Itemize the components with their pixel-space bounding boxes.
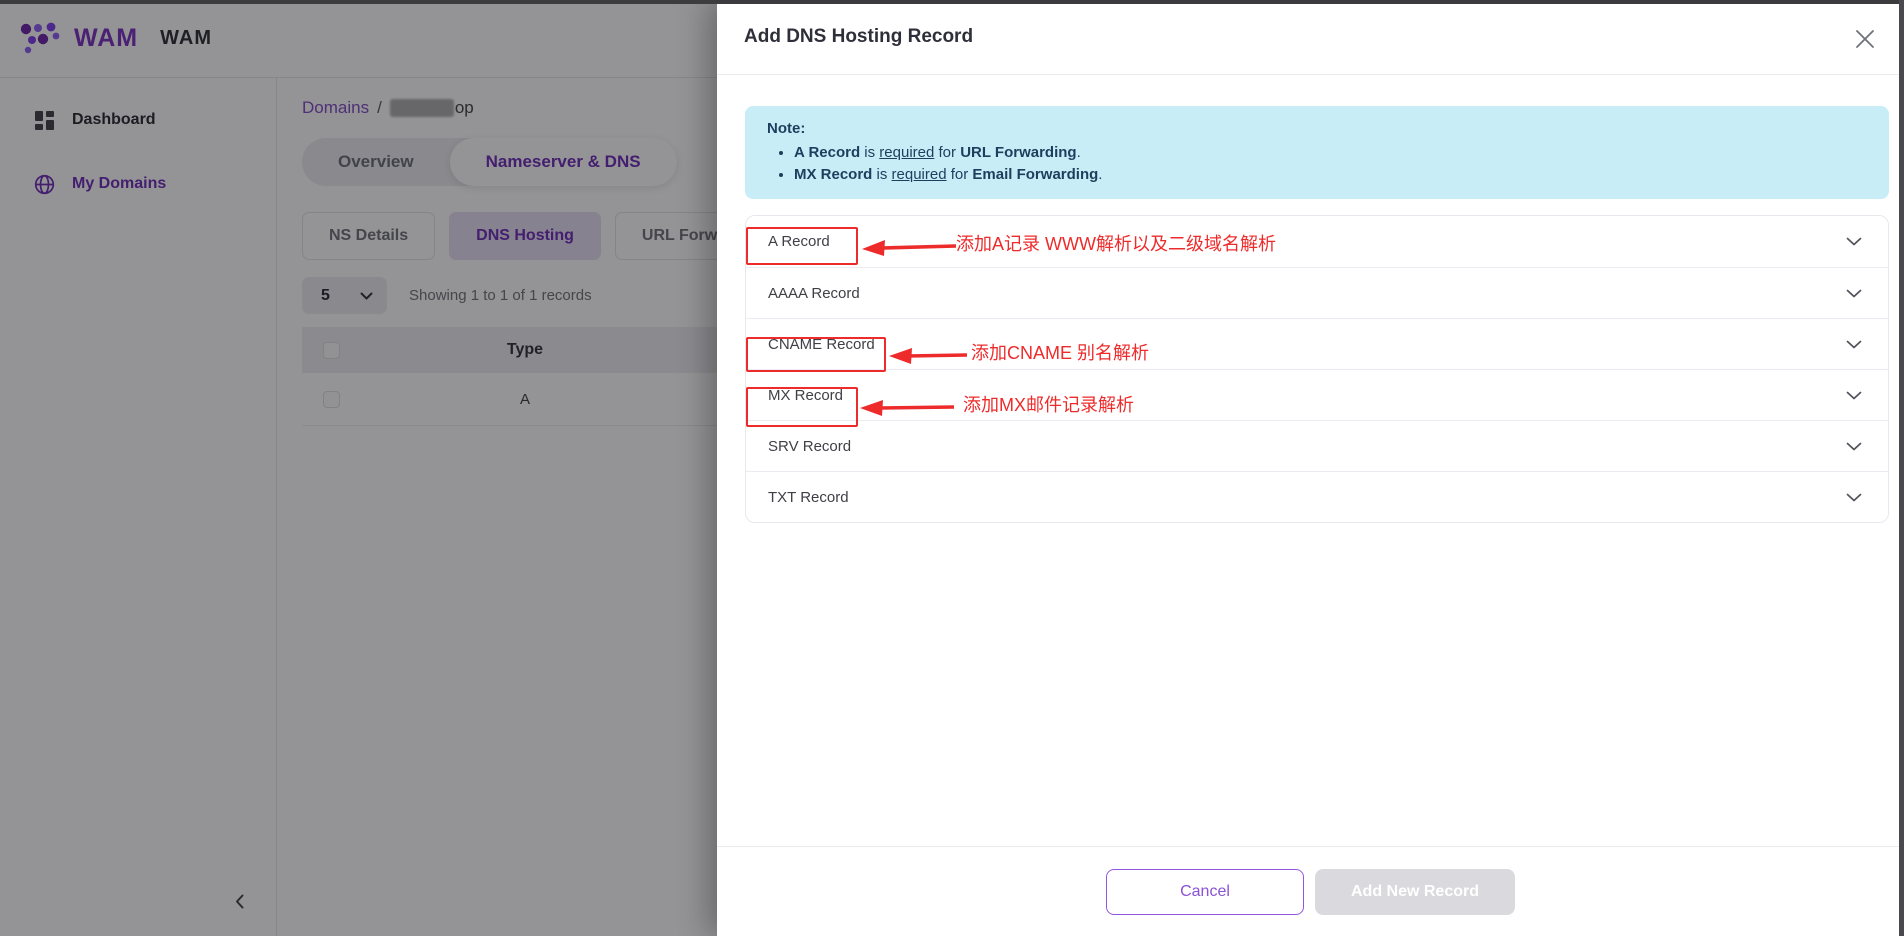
note-heading: Note: <box>767 120 1867 137</box>
modal-header: Add DNS Hosting Record <box>717 0 1904 75</box>
note-text: for <box>934 144 960 161</box>
add-dns-record-modal: Add DNS Hosting Record Note: A Record is… <box>717 0 1904 936</box>
window-scrollbar-edge[interactable] <box>1899 0 1904 936</box>
note-bold: A Record <box>794 144 860 161</box>
chevron-down-icon <box>1846 442 1862 451</box>
chevron-down-icon <box>1846 289 1862 298</box>
note-text: is <box>860 144 879 161</box>
accordion-label: AAAA Record <box>768 285 860 302</box>
accordion-aaaa-record[interactable]: AAAA Record <box>746 267 1888 318</box>
modal-title: Add DNS Hosting Record <box>744 26 973 48</box>
accordion-label: TXT Record <box>768 489 849 506</box>
note-text: . <box>1077 144 1081 161</box>
note-item: MX Record is required for Email Forwardi… <box>794 166 1867 183</box>
cancel-button[interactable]: Cancel <box>1106 869 1304 915</box>
chevron-down-icon <box>1846 340 1862 349</box>
accordion-cname-record[interactable]: CNAME Record <box>746 318 1888 369</box>
accordion-label: CNAME Record <box>768 336 875 353</box>
accordion-txt-record[interactable]: TXT Record <box>746 471 1888 522</box>
chevron-down-icon <box>1846 493 1862 502</box>
close-icon <box>1855 29 1875 49</box>
note-underline: required <box>879 144 934 161</box>
note-text: is <box>872 166 891 183</box>
record-type-accordion: A Record AAAA Record CNAME Record MX Rec… <box>745 215 1889 523</box>
note-box: Note: A Record is required for URL Forwa… <box>745 106 1889 199</box>
accordion-label: A Record <box>768 233 830 250</box>
accordion-label: MX Record <box>768 387 843 404</box>
window-top-edge <box>0 0 1904 4</box>
note-bold: Email Forwarding <box>972 166 1098 183</box>
note-list: A Record is required for URL Forwarding.… <box>767 144 1867 183</box>
modal-footer: Cancel Add New Record <box>717 846 1904 936</box>
close-button[interactable] <box>1852 26 1878 52</box>
note-bold: URL Forwarding <box>960 144 1076 161</box>
chevron-down-icon <box>1846 237 1862 246</box>
note-bold: MX Record <box>794 166 872 183</box>
note-text: . <box>1098 166 1102 183</box>
add-new-record-button[interactable]: Add New Record <box>1315 869 1515 915</box>
note-underline: required <box>892 166 947 183</box>
note-item: A Record is required for URL Forwarding. <box>794 144 1867 161</box>
accordion-label: SRV Record <box>768 438 851 455</box>
accordion-mx-record[interactable]: MX Record <box>746 369 1888 420</box>
note-text: for <box>947 166 973 183</box>
chevron-down-icon <box>1846 391 1862 400</box>
accordion-srv-record[interactable]: SRV Record <box>746 420 1888 471</box>
accordion-a-record[interactable]: A Record <box>746 216 1888 267</box>
